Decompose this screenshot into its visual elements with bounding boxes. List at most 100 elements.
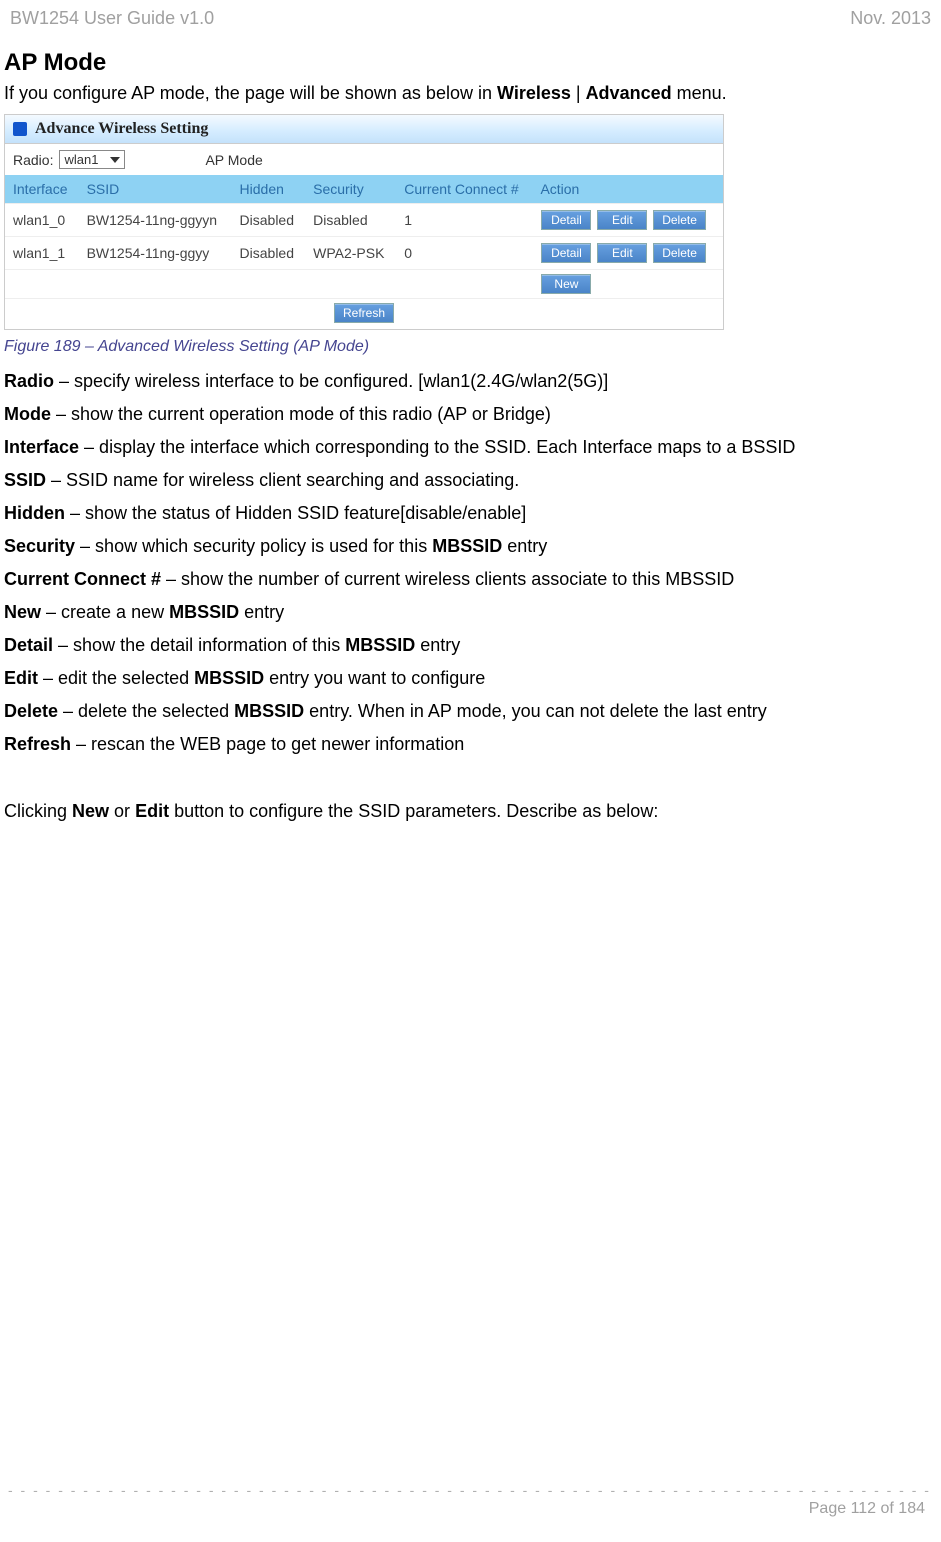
- def-term: Security: [4, 536, 75, 556]
- def-suffix: entry: [502, 536, 547, 556]
- def-term: Hidden: [4, 503, 65, 523]
- intro-paragraph: If you configure AP mode, the page will …: [4, 83, 937, 104]
- follow-bold-new: New: [72, 801, 109, 821]
- def-term: Current Connect #: [4, 569, 161, 589]
- detail-button[interactable]: Detail: [541, 210, 591, 230]
- window-titlebar: Advance Wireless Setting: [5, 115, 723, 144]
- edit-button[interactable]: Edit: [597, 243, 647, 263]
- detail-button[interactable]: Detail: [541, 243, 591, 263]
- def-suffix: entry you want to configure: [264, 668, 485, 688]
- cell-security: WPA2-PSK: [305, 237, 396, 270]
- def-bold: MBSSID: [345, 635, 415, 655]
- definition-list: Radio – specify wireless interface to be…: [4, 368, 937, 758]
- def-desc: – delete the selected: [58, 701, 234, 721]
- cell-interface: wlan1_1: [5, 237, 79, 270]
- def-radio: Radio – specify wireless interface to be…: [4, 368, 937, 395]
- cell-connect: 0: [396, 237, 532, 270]
- section-title: AP Mode: [4, 49, 937, 77]
- refresh-row: Refresh: [5, 299, 723, 329]
- def-detail: Detail – show the detail information of …: [4, 632, 937, 659]
- chevron-down-icon: [110, 157, 120, 163]
- def-term: New: [4, 602, 41, 622]
- cell-connect: 1: [396, 204, 532, 237]
- table-row: wlan1_1 BW1254-11ng-ggyy Disabled WPA2-P…: [5, 237, 723, 270]
- edit-button[interactable]: Edit: [597, 210, 647, 230]
- def-term: Mode: [4, 404, 51, 424]
- col-ssid: SSID: [79, 175, 232, 204]
- def-desc: – show the number of current wireless cl…: [161, 569, 734, 589]
- follow-bold-edit: Edit: [135, 801, 169, 821]
- delete-button[interactable]: Delete: [653, 243, 706, 263]
- def-desc: – show the detail information of this: [53, 635, 345, 655]
- cell-ssid: BW1254-11ng-ggyy: [79, 237, 232, 270]
- cell-ssid: BW1254-11ng-ggyyn: [79, 204, 232, 237]
- intro-bold-advanced: Advanced: [586, 83, 672, 103]
- def-term: Interface: [4, 437, 79, 457]
- col-hidden: Hidden: [232, 175, 306, 204]
- def-ssid: SSID – SSID name for wireless client sea…: [4, 467, 937, 494]
- intro-text: If you configure AP mode, the page will …: [4, 83, 497, 103]
- cell-hidden: Disabled: [232, 204, 306, 237]
- page-footer: - - - - - - - - - - - - - - - - - - - - …: [0, 1482, 941, 1518]
- window-title: Advance Wireless Setting: [35, 120, 208, 138]
- page-content: AP Mode If you configure AP mode, the pa…: [2, 49, 939, 825]
- table-row: wlan1_0 BW1254-11ng-ggyyn Disabled Disab…: [5, 204, 723, 237]
- def-desc: – show which security policy is used for…: [75, 536, 432, 556]
- ssid-table: Interface SSID Hidden Security Current C…: [5, 175, 723, 299]
- def-delete: Delete – delete the selected MBSSID entr…: [4, 698, 937, 725]
- def-term: SSID: [4, 470, 46, 490]
- page-number: Page 112 of 184: [8, 1498, 933, 1518]
- refresh-button[interactable]: Refresh: [334, 303, 394, 323]
- def-bold: MBSSID: [432, 536, 502, 556]
- def-bold: MBSSID: [169, 602, 239, 622]
- intro-sep: |: [571, 83, 586, 103]
- follow-prefix: Clicking: [4, 801, 72, 821]
- def-term: Radio: [4, 371, 54, 391]
- def-desc: – show the current operation mode of thi…: [51, 404, 551, 424]
- radio-label: Radio:: [13, 152, 53, 168]
- radio-row: Radio: wlan1 AP Mode: [5, 144, 723, 175]
- follow-paragraph: Clicking New or Edit button to configure…: [4, 798, 937, 825]
- def-term: Detail: [4, 635, 53, 655]
- def-term: Edit: [4, 668, 38, 688]
- def-desc: – create a new: [41, 602, 169, 622]
- cell-interface: wlan1_0: [5, 204, 79, 237]
- def-mode: Mode – show the current operation mode o…: [4, 401, 937, 428]
- def-refresh: Refresh – rescan the WEB page to get new…: [4, 731, 937, 758]
- def-new: New – create a new MBSSID entry: [4, 599, 937, 626]
- def-desc: – specify wireless interface to be confi…: [54, 371, 608, 391]
- def-term: Refresh: [4, 734, 71, 754]
- def-suffix: entry. When in AP mode, you can not dele…: [304, 701, 767, 721]
- delete-button[interactable]: Delete: [653, 210, 706, 230]
- col-security: Security: [305, 175, 396, 204]
- cell-security: Disabled: [305, 204, 396, 237]
- def-suffix: entry: [239, 602, 284, 622]
- def-desc: – display the interface which correspond…: [79, 437, 795, 457]
- def-current-connect: Current Connect # – show the number of c…: [4, 566, 937, 593]
- def-desc: – show the status of Hidden SSID feature…: [65, 503, 526, 523]
- def-desc: – rescan the WEB page to get newer infor…: [71, 734, 464, 754]
- cell-new: New: [532, 270, 723, 299]
- def-interface: Interface – display the interface which …: [4, 434, 937, 461]
- header-left: BW1254 User Guide v1.0: [10, 8, 214, 29]
- header-right: Nov. 2013: [850, 8, 931, 29]
- follow-suffix: button to configure the SSID parameters.…: [169, 801, 658, 821]
- radio-select[interactable]: wlan1: [59, 150, 125, 169]
- intro-suffix: menu.: [672, 83, 727, 103]
- table-new-row: New: [5, 270, 723, 299]
- def-term: Delete: [4, 701, 58, 721]
- def-bold: MBSSID: [194, 668, 264, 688]
- def-bold: MBSSID: [234, 701, 304, 721]
- page-header: BW1254 User Guide v1.0 Nov. 2013: [2, 0, 939, 49]
- follow-mid: or: [109, 801, 135, 821]
- def-security: Security – show which security policy is…: [4, 533, 937, 560]
- def-suffix: entry: [415, 635, 460, 655]
- app-screenshot: Advance Wireless Setting Radio: wlan1 AP…: [4, 114, 724, 330]
- def-hidden: Hidden – show the status of Hidden SSID …: [4, 500, 937, 527]
- def-desc: – edit the selected: [38, 668, 194, 688]
- new-button[interactable]: New: [541, 274, 591, 294]
- cell-hidden: Disabled: [232, 237, 306, 270]
- window-icon: [13, 122, 27, 136]
- def-desc: – SSID name for wireless client searchin…: [46, 470, 519, 490]
- cell-action: Detail Edit Delete: [532, 204, 723, 237]
